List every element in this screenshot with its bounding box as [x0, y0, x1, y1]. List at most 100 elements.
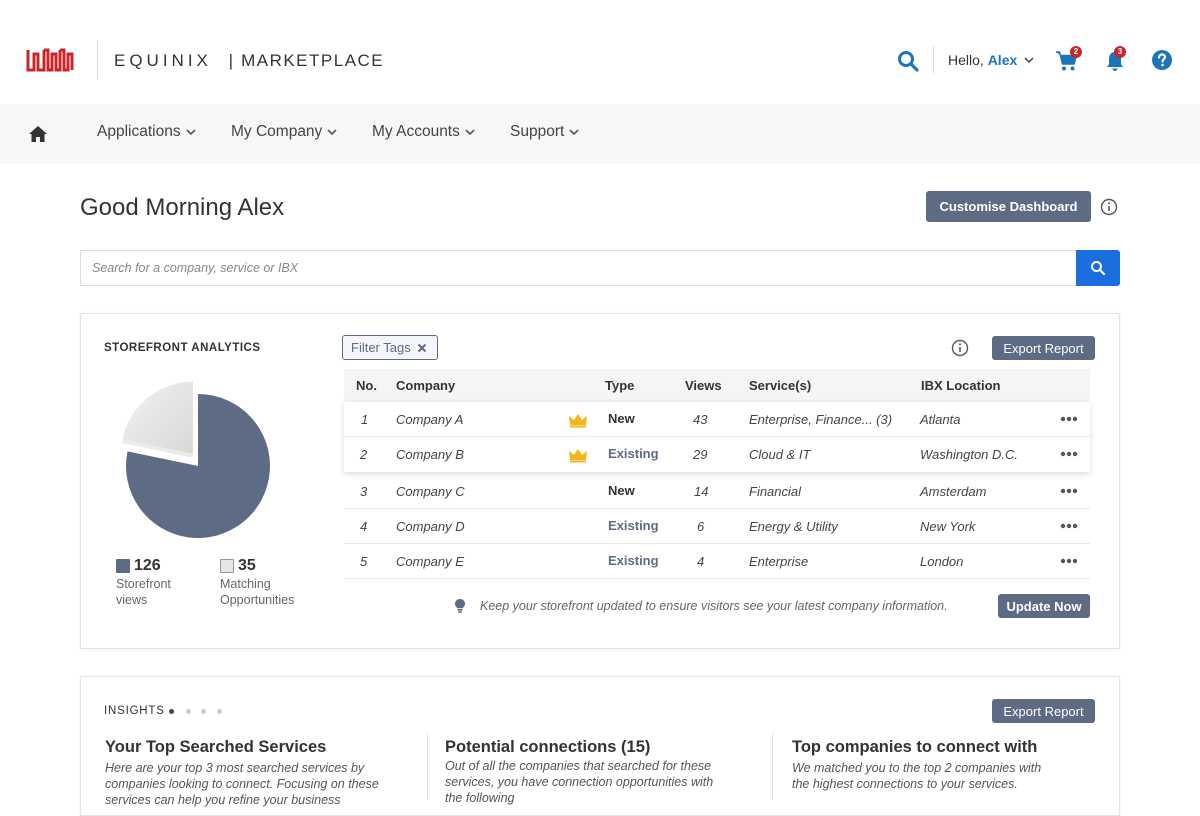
brand-marketplace: MARKETPLACE — [241, 51, 385, 70]
col-type[interactable]: Type — [605, 378, 634, 393]
nav-applications[interactable]: Applications — [97, 123, 197, 141]
more-options-icon[interactable] — [1060, 451, 1078, 457]
more-options-icon[interactable] — [1060, 488, 1078, 494]
search-button[interactable] — [1076, 250, 1120, 286]
carousel-dot[interactable] — [217, 709, 222, 714]
filter-tags-chip[interactable]: Filter Tags — [342, 335, 438, 360]
insight-col-text: Here are your top 3 most searched servic… — [105, 760, 379, 808]
more-options-icon[interactable] — [1060, 558, 1078, 564]
insight-text-line: services, you have connection opportunit… — [445, 775, 714, 789]
search-icon[interactable] — [896, 49, 920, 73]
insight-col-title: Top companies to connect with — [792, 738, 1038, 756]
more-options-icon[interactable] — [1060, 416, 1078, 422]
carousel-dot[interactable] — [201, 709, 206, 714]
storefront-pie-chart — [122, 381, 270, 538]
row-ibx: London — [920, 554, 964, 569]
chevron-down-icon — [569, 129, 579, 136]
notification-badge: 3 — [1114, 46, 1126, 58]
row-divider — [344, 578, 1090, 579]
row-ibx: New York — [920, 519, 976, 534]
crown-icon — [569, 414, 587, 428]
chevron-down-icon — [186, 129, 196, 136]
info-icon[interactable] — [951, 339, 969, 357]
nav-support[interactable]: Support — [510, 123, 580, 141]
row-no: 5 — [360, 554, 368, 569]
nav-my-company-label: My Company — [231, 123, 323, 140]
insight-col-title: Potential connections (15) — [445, 738, 651, 756]
matching-swatch — [220, 559, 234, 573]
search-icon — [1091, 261, 1106, 276]
brand-separator: | — [228, 51, 234, 70]
cart-badge: 2 — [1070, 46, 1082, 58]
equinix-logo-icon[interactable] — [26, 44, 74, 76]
insights-export-report-button[interactable]: Export Report — [992, 699, 1095, 723]
customise-dashboard-button[interactable]: Customise Dashboard — [926, 191, 1091, 222]
col-views[interactable]: Views — [685, 378, 722, 393]
brand-equinix: EQUINIX — [114, 51, 212, 70]
search-input[interactable]: Search for a company, service or IBX — [80, 250, 1076, 286]
insight-text-line: companies looking to connect. Focusing o… — [105, 777, 379, 791]
row-views: 14 — [694, 484, 709, 499]
col-services[interactable]: Service(s) — [749, 378, 811, 393]
help-icon[interactable] — [1151, 49, 1173, 71]
row-views: 4 — [697, 554, 705, 569]
col-company[interactable]: Company — [396, 378, 455, 393]
carousel-dot[interactable] — [186, 709, 191, 714]
row-services: Enterprise, Finance... (3) — [749, 412, 893, 427]
insight-text-line: Here are your top 3 most searched servic… — [105, 761, 365, 775]
chevron-down-icon — [327, 129, 337, 136]
crown-icon — [569, 449, 587, 463]
home-icon[interactable] — [28, 124, 48, 144]
row-services: Financial — [749, 484, 802, 499]
user-greeting[interactable]: Hello, Alex — [948, 52, 1017, 68]
row-views: 43 — [693, 412, 708, 427]
info-icon[interactable] — [1100, 198, 1118, 216]
col-no[interactable]: No. — [356, 378, 377, 393]
nav-my-company[interactable]: My Company — [231, 123, 338, 141]
row-views: 29 — [693, 447, 708, 462]
chevron-down-icon[interactable] — [1023, 54, 1035, 66]
views-count: 126 — [134, 557, 161, 574]
row-no: 1 — [361, 412, 369, 427]
insight-col-text: We matched you to the top 2 companies wi… — [792, 760, 1041, 792]
row-views: 6 — [697, 519, 705, 534]
storefront-views-stat: 126 Storefront views — [116, 558, 171, 608]
row-type: New — [608, 411, 635, 426]
row-type: Existing — [608, 518, 659, 533]
export-report-button[interactable]: Export Report — [992, 336, 1095, 360]
close-icon[interactable] — [417, 343, 427, 353]
insight-text-line: the highest connections to your services… — [792, 777, 1018, 791]
nav-applications-label: Applications — [97, 123, 181, 140]
views-swatch — [116, 559, 130, 573]
row-type: New — [608, 483, 635, 498]
update-now-button[interactable]: Update Now — [998, 594, 1090, 618]
carousel-dot-active[interactable] — [169, 709, 174, 714]
row-no: 2 — [360, 447, 368, 462]
views-label-1: Storefront — [116, 577, 171, 591]
row-no: 4 — [360, 519, 368, 534]
nav-my-accounts[interactable]: My Accounts — [372, 123, 476, 141]
row-services: Energy & Utility — [749, 519, 838, 534]
row-no: 3 — [360, 484, 368, 499]
matching-count: 35 — [238, 557, 256, 574]
matching-opportunities-stat: 35 Matching Opportunities — [220, 558, 294, 608]
row-divider — [344, 508, 1090, 509]
insight-text-line: We matched you to the top 2 companies wi… — [792, 761, 1042, 775]
row-type: Existing — [608, 553, 659, 568]
row-company: Company D — [396, 519, 465, 534]
row-company: Company B — [396, 447, 464, 462]
header-divider — [933, 46, 934, 74]
brand-name[interactable]: EQUINIX | MARKETPLACE — [114, 51, 384, 71]
lightbulb-icon — [455, 599, 465, 613]
more-options-icon[interactable] — [1060, 523, 1078, 529]
insight-text-line: Out of all the companies that searched f… — [445, 759, 712, 773]
views-label-2: views — [116, 593, 148, 607]
col-ibx[interactable]: IBX Location — [921, 378, 1000, 393]
insight-text-line: the following — [445, 791, 515, 805]
row-company: Company C — [396, 484, 465, 499]
row-ibx: Amsterdam — [920, 484, 987, 499]
nav-my-accounts-label: My Accounts — [372, 123, 460, 140]
insight-divider — [772, 733, 773, 800]
hello-prefix: Hello, — [948, 52, 984, 68]
storefront-tip: Keep your storefront updated to ensure v… — [480, 599, 948, 613]
